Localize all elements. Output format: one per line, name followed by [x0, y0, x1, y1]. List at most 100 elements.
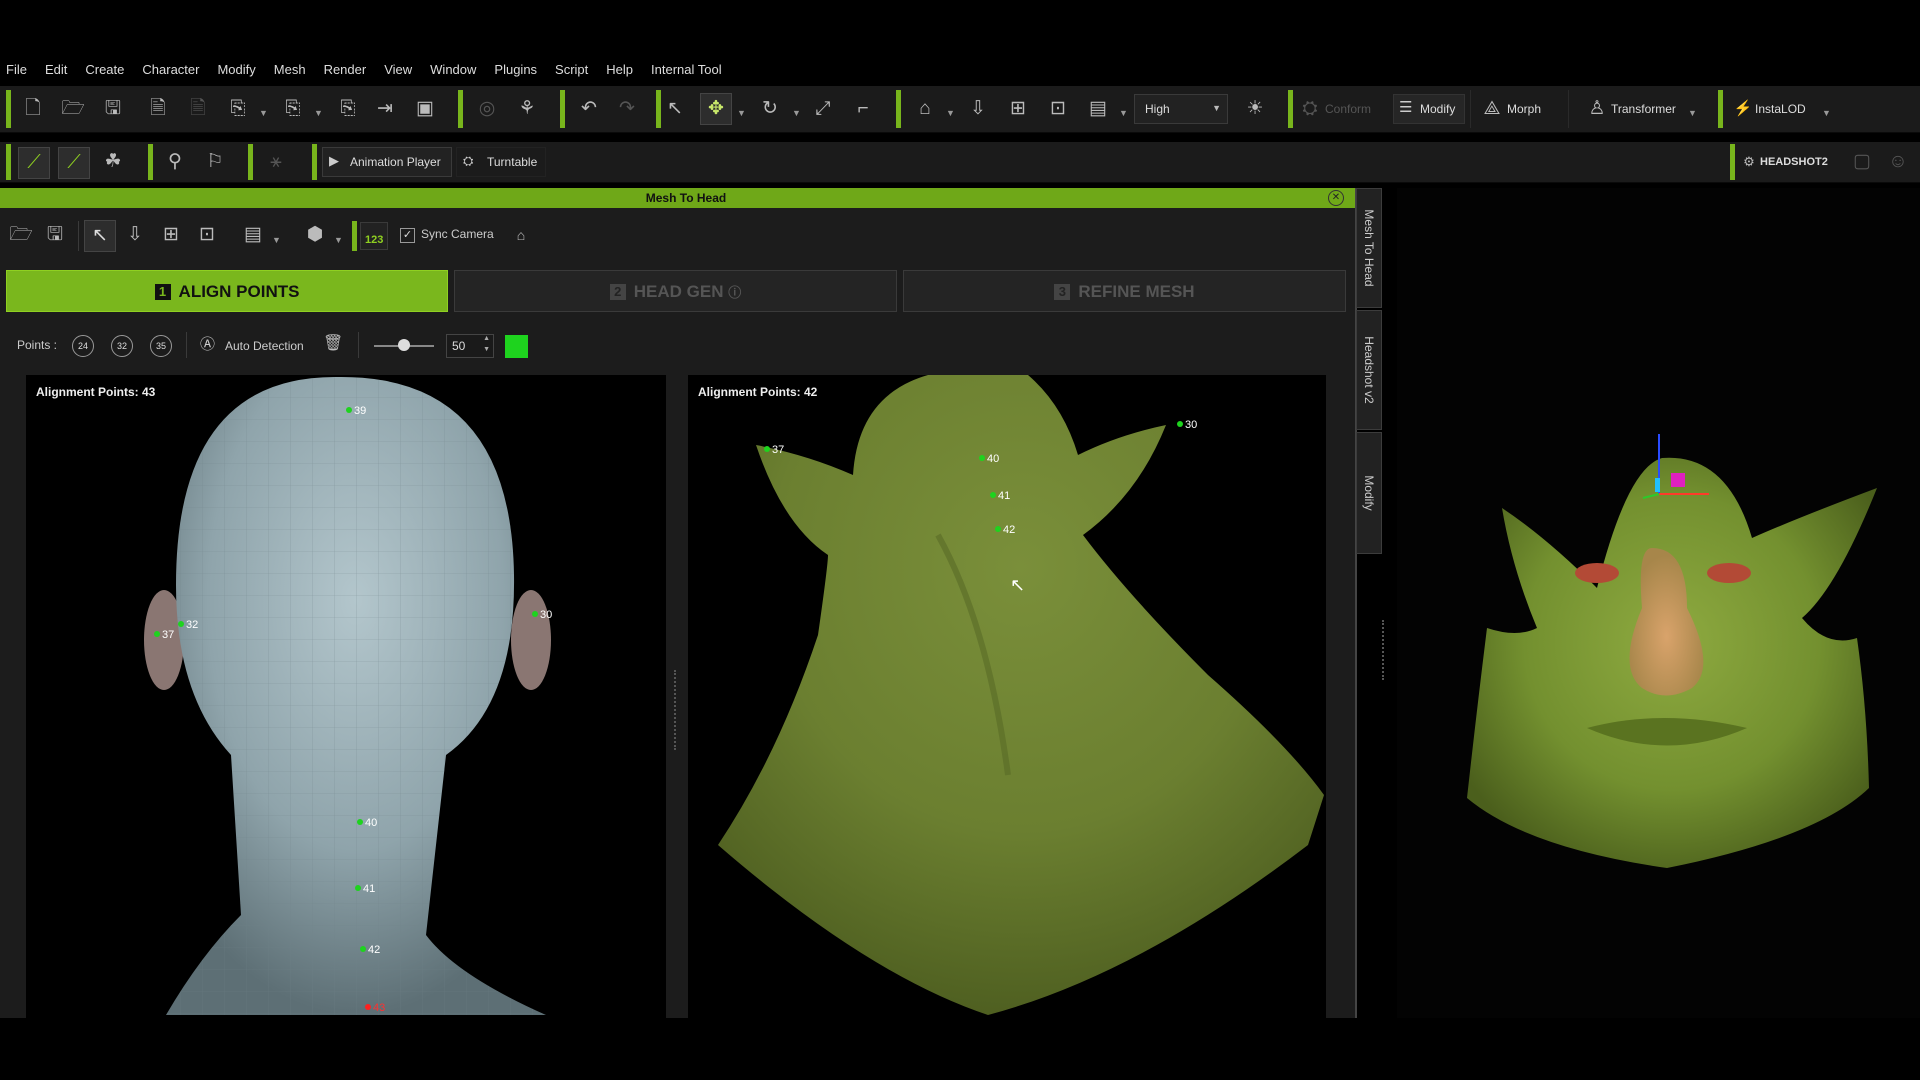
alignment-point-selected[interactable]: 43: [365, 1002, 385, 1014]
alignment-point[interactable]: 41: [355, 883, 375, 895]
point-color-swatch[interactable]: [505, 335, 528, 358]
rotate-icon[interactable]: ↻: [755, 94, 785, 124]
chevron-down-icon[interactable]: ▼: [314, 108, 323, 118]
new-file-icon[interactable]: 🗋: [18, 94, 48, 124]
alignment-point[interactable]: 40: [357, 817, 377, 829]
export-arrow-icon[interactable]: ⇥: [370, 94, 400, 124]
layers-icon[interactable]: ▤: [238, 220, 268, 250]
render-window-icon[interactable]: ▣: [410, 94, 440, 124]
align-down-icon[interactable]: ⇩: [963, 94, 993, 124]
transformer-button[interactable]: Transformer: [1611, 94, 1676, 124]
frame-select-icon[interactable]: ⊡: [1043, 94, 1073, 124]
menu-create[interactable]: Create: [85, 62, 124, 77]
size-spinbox[interactable]: 50 ▲ ▼: [446, 334, 494, 358]
run-figure-icon[interactable]: ⚹: [261, 147, 291, 177]
pose-icon[interactable]: ⚘: [512, 94, 542, 124]
undo-icon[interactable]: ↶: [574, 94, 604, 124]
open-folder-icon[interactable]: 🗁: [58, 94, 88, 124]
menu-window[interactable]: Window: [430, 62, 476, 77]
fit-icon[interactable]: ⊞: [156, 220, 186, 250]
points-24-button[interactable]: 24: [72, 335, 94, 357]
menu-edit[interactable]: Edit: [45, 62, 67, 77]
menu-modify[interactable]: Modify: [217, 62, 255, 77]
chevron-down-icon[interactable]: ▼: [1119, 108, 1128, 118]
export-icon[interactable]: 🗎: [183, 94, 213, 124]
alignment-point[interactable]: 42: [995, 524, 1015, 536]
edit-bone-icon[interactable]: ⟋: [58, 147, 90, 179]
move-icon[interactable]: ✥: [700, 93, 732, 125]
chevron-down-icon[interactable]: ▼: [792, 108, 801, 118]
alignment-point[interactable]: 30: [1177, 419, 1197, 431]
points-35-button[interactable]: 35: [150, 335, 172, 357]
alignment-point[interactable]: 42: [360, 944, 380, 956]
base-head-viewport[interactable]: Alignment Points: 43 39 32 37 30 40 41 4…: [26, 375, 666, 1018]
alignment-point[interactable]: 37: [154, 629, 174, 641]
chevron-down-icon[interactable]: ▼: [1688, 108, 1697, 118]
alignment-point[interactable]: 32: [178, 619, 198, 631]
light-icon[interactable]: ☀: [1240, 94, 1270, 124]
morph-button[interactable]: Morph: [1507, 94, 1541, 124]
step-align-points[interactable]: 1 ALIGN POINTS: [6, 270, 448, 312]
sync-camera-checkbox[interactable]: ✓: [400, 228, 415, 243]
usd-icon[interactable]: ⎘: [333, 94, 363, 124]
home-icon[interactable]: ⌂: [910, 94, 940, 124]
select-arrow-icon[interactable]: ↖: [660, 94, 690, 124]
chevron-down-icon[interactable]: ▼: [946, 108, 955, 118]
menu-view[interactable]: View: [384, 62, 412, 77]
pose-figure-icon[interactable]: ⚲: [160, 147, 190, 177]
side-tab-modify[interactable]: Modify: [1356, 432, 1382, 554]
target-icon[interactable]: ◎: [472, 94, 502, 124]
headshot-photo-icon[interactable]: ▢: [1847, 147, 1877, 177]
headshot-button[interactable]: HEADSHOT2: [1760, 147, 1828, 177]
menu-help[interactable]: Help: [606, 62, 633, 77]
close-icon[interactable]: ✕: [1328, 190, 1344, 206]
select-point-icon[interactable]: ↖: [84, 220, 116, 252]
target-mesh-viewport[interactable]: Alignment Points: 42 37 30 40 41 42 ↖: [688, 375, 1326, 1018]
open-folder-icon[interactable]: 🗁: [6, 220, 36, 250]
auto-detection-button[interactable]: Auto Detection: [225, 339, 304, 353]
edit-mesh-icon[interactable]: ⟋: [18, 147, 50, 179]
step-head-gen[interactable]: 2 HEAD GEN ⓘ: [454, 270, 897, 312]
cube-icon[interactable]: ⬢: [300, 220, 330, 250]
menu-script[interactable]: Script: [555, 62, 588, 77]
animation-player-button[interactable]: ▶ Animation Player: [322, 147, 452, 177]
chevron-down-icon[interactable]: ▼: [1822, 108, 1831, 118]
conform-button[interactable]: Conform: [1325, 94, 1371, 124]
align-icon[interactable]: ⇩: [120, 220, 150, 250]
layers-icon[interactable]: ▤: [1083, 94, 1113, 124]
quality-select[interactable]: High ▼: [1134, 94, 1228, 124]
trash-icon[interactable]: 🗑: [323, 333, 343, 353]
alignment-point[interactable]: 41: [990, 490, 1010, 502]
alignment-point[interactable]: 30: [532, 609, 552, 621]
fbx-icon[interactable]: ⎘: [278, 94, 308, 124]
menu-character[interactable]: Character: [142, 62, 199, 77]
flag-icon[interactable]: ⚐: [200, 147, 230, 177]
pivot-icon[interactable]: ⌐: [848, 94, 878, 124]
chevron-down-icon[interactable]: ▼: [259, 108, 268, 118]
point-numbers-toggle[interactable]: 123: [360, 222, 388, 250]
obj-icon[interactable]: ⎘: [223, 94, 253, 124]
menu-file[interactable]: File: [6, 62, 27, 77]
points-32-button[interactable]: 32: [111, 335, 133, 357]
viewport-splitter[interactable]: [674, 670, 679, 750]
modify-button[interactable]: ☰ Modify: [1393, 94, 1465, 124]
redo-icon[interactable]: ↷: [612, 94, 642, 124]
menu-internal-tool[interactable]: Internal Tool: [651, 62, 722, 77]
headshot-face-icon[interactable]: ☺: [1883, 147, 1913, 177]
instalod-button[interactable]: InstaLOD: [1755, 94, 1806, 124]
chevron-down-icon[interactable]: ▼: [737, 108, 746, 118]
save-icon[interactable]: 🖫: [98, 94, 128, 124]
import-ic-icon[interactable]: 🗎: [143, 94, 173, 124]
alignment-point[interactable]: 39: [346, 405, 366, 417]
camera-icon[interactable]: ⌂: [506, 220, 536, 250]
size-slider-handle[interactable]: [398, 339, 410, 351]
side-tab-headshot-v2[interactable]: Headshot v2: [1356, 310, 1382, 430]
fit-view-icon[interactable]: ⊞: [1003, 94, 1033, 124]
frame-icon[interactable]: ⊡: [192, 220, 222, 250]
alignment-point[interactable]: 37: [764, 444, 784, 456]
scale-icon[interactable]: ⤢: [808, 94, 838, 124]
side-tab-mesh-to-head[interactable]: Mesh To Head: [1356, 188, 1382, 308]
chevron-down-icon[interactable]: ▼: [272, 235, 281, 245]
main-3d-viewport[interactable]: [1397, 188, 1920, 1018]
menu-plugins[interactable]: Plugins: [494, 62, 537, 77]
